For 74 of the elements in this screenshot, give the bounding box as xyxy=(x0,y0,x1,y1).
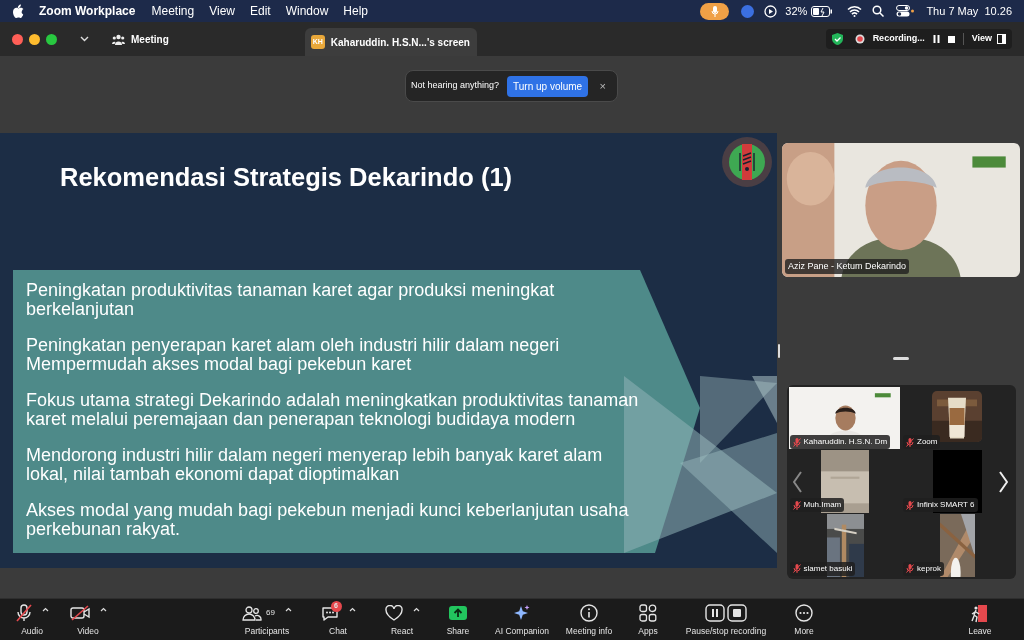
chat-bubble-icon xyxy=(320,604,339,622)
battery-icon[interactable] xyxy=(811,5,834,17)
turn-up-volume-button[interactable]: Turn up volume xyxy=(507,75,589,97)
recording-dot-icon xyxy=(854,34,865,44)
sparkle-icon xyxy=(513,604,531,622)
pause-stop-icon xyxy=(705,604,747,622)
people-icon xyxy=(112,33,125,45)
people-icon xyxy=(242,605,263,621)
participant-name-label: Muh.Imam xyxy=(803,499,842,512)
shield-check-icon xyxy=(831,33,843,45)
more-button[interactable]: More xyxy=(776,604,832,638)
close-window-button[interactable] xyxy=(12,33,23,45)
apps-button[interactable]: Apps xyxy=(620,604,676,638)
chevron-down-icon[interactable] xyxy=(80,36,89,42)
slide-paragraph: Peningkatan produktivitas tanaman karet agar produksi meningkat berkelanjutan xyxy=(26,281,556,319)
pause-stop-recording-button[interactable]: Pause/stop recording xyxy=(676,604,776,638)
recording-label: Recording... xyxy=(872,32,925,46)
participant-name-label: Zoom xyxy=(917,436,938,448)
menu-item[interactable]: Edit xyxy=(249,2,271,20)
wifi-icon[interactable] xyxy=(847,5,863,17)
zoom-status-icon[interactable] xyxy=(741,4,755,18)
participant-name-label: keprok xyxy=(917,562,941,575)
audio-button[interactable]: Audio xyxy=(8,604,56,638)
info-icon xyxy=(580,604,598,622)
pause-icon[interactable] xyxy=(932,35,940,43)
menu-item[interactable]: View xyxy=(209,2,235,20)
caret-up-icon[interactable] xyxy=(412,607,420,612)
slide-paragraph: Mempermudah akses modal bagi pekebun karet xyxy=(26,355,413,374)
apple-icon[interactable] xyxy=(12,4,24,18)
slide-paragraph: Peningkatan penyerapan karet alam oleh industri hilir dalam negeri xyxy=(26,336,561,355)
heart-icon xyxy=(384,605,403,621)
view-button[interactable]: View xyxy=(971,32,1006,46)
slide-paragraph: Akses modal yang mudah bagi pekebun menjadi kunci keberlanjutan usaha perkebunan rakyat. xyxy=(26,501,630,539)
share-button[interactable]: Share xyxy=(430,604,486,638)
microphone-status-indicator[interactable] xyxy=(700,2,730,20)
caret-up-icon[interactable] xyxy=(41,607,49,612)
exit-door-icon xyxy=(971,603,989,623)
meeting-info-button[interactable]: Meeting info xyxy=(558,604,620,638)
battery-percentage: 32% xyxy=(785,3,808,19)
control-center-icon[interactable] xyxy=(896,5,915,17)
caret-up-icon[interactable] xyxy=(348,607,356,612)
close-button[interactable]: × xyxy=(599,77,606,95)
caret-up-icon[interactable] xyxy=(284,607,292,612)
search-icon[interactable] xyxy=(872,5,885,17)
stop-icon[interactable] xyxy=(947,35,955,43)
apps-icon xyxy=(639,604,657,622)
panel-divider-handle[interactable] xyxy=(893,357,909,360)
participant-name-label: slamet basuki xyxy=(803,562,853,575)
minimize-window-button[interactable] xyxy=(29,33,40,45)
caret-up-icon[interactable] xyxy=(99,607,107,612)
react-button[interactable]: React xyxy=(374,604,430,638)
leave-button[interactable]: Leave xyxy=(952,604,1008,638)
menu-item[interactable]: Help xyxy=(343,2,369,20)
share-screen-icon xyxy=(448,605,468,621)
panel-resize-handle[interactable] xyxy=(778,344,780,358)
participant-count: 69 xyxy=(266,607,275,619)
more-icon xyxy=(795,604,813,622)
menu-bar-clock[interactable]: Thu 7 May 10.26 xyxy=(926,2,1012,20)
slide-title: Rekomendasi Strategis Dekarindo (1) xyxy=(60,162,514,193)
slide-paragraph: Mendorong industri hilir dalam negeri menyerap lebih banyak karet alam lokal, nilai tambah ekonomi dapat dioptimalkan xyxy=(26,446,604,484)
video-button[interactable]: Video xyxy=(64,604,112,638)
play-icon[interactable] xyxy=(764,4,778,18)
participant-name-label: Infinix SMART 6 xyxy=(917,499,975,512)
slide-paragraph: Fokus utama strategi Dekarindo adalah meningkatkan produktivitas tanaman karet melalui peremajaan dan penerapan teknologi budidaya modern xyxy=(26,391,640,429)
menu-item[interactable]: Window xyxy=(285,2,329,20)
emblem-icon xyxy=(721,136,773,188)
app-name-menu[interactable]: Zoom Workplace xyxy=(39,2,136,20)
notification-message: Not hearing anything? xyxy=(411,79,500,93)
zoom-window-button[interactable] xyxy=(46,33,57,45)
sidebar-layout-icon xyxy=(997,34,1006,44)
menu-item[interactable]: Meeting xyxy=(151,2,195,20)
ai-companion-button[interactable]: AI Companion xyxy=(486,604,558,638)
meeting-tab[interactable]: Meeting xyxy=(112,31,169,47)
participants-button[interactable]: 69 Participants xyxy=(232,604,302,638)
